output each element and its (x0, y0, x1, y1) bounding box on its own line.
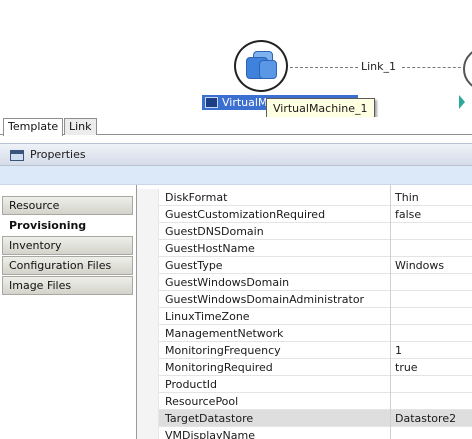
properties-side-tabs: Resource Provisioning Inventory Configur… (0, 185, 137, 439)
properties-title: Properties (30, 148, 86, 161)
side-tab-inventory[interactable]: Inventory (2, 236, 133, 255)
row-gutter (137, 274, 159, 291)
table-row[interactable]: ProductId (137, 376, 472, 393)
table-row-selected[interactable]: TargetDatastore Datastore2 (137, 410, 472, 427)
row-gutter (137, 342, 159, 359)
editor-tab-bar: Template Link (0, 117, 472, 136)
row-gutter (137, 291, 159, 308)
virtual-machine-icon-layer (259, 60, 277, 79)
properties-view-icon (10, 150, 24, 161)
property-value[interactable]: Datastore2 (395, 411, 456, 426)
table-row[interactable]: LinuxTimeZone (137, 308, 472, 325)
row-gutter (137, 427, 159, 439)
row-gutter (137, 325, 159, 342)
table-row[interactable]: GuestDNSDomain (137, 223, 472, 240)
table-row[interactable]: DiskFormat Thin (137, 189, 472, 206)
table-row[interactable]: GuestCustomizationRequired false (137, 206, 472, 223)
property-name: GuestCustomizationRequired (165, 208, 326, 221)
table-row[interactable]: ResourcePool (137, 393, 472, 410)
table-row[interactable]: GuestHostName (137, 240, 472, 257)
property-name: GuestHostName (165, 242, 255, 255)
row-gutter (137, 376, 159, 393)
property-name: GuestWindowsDomain (165, 276, 290, 289)
virtual-machine-label-text: VirtualM (222, 96, 268, 109)
tab-link[interactable]: Link (64, 118, 97, 135)
row-gutter (137, 223, 159, 240)
row-gutter (137, 206, 159, 223)
row-gutter (137, 189, 159, 206)
row-gutter (137, 308, 159, 325)
properties-view-header[interactable]: Properties (0, 143, 472, 166)
table-row[interactable]: GuestWindowsDomainAdministrator (137, 291, 472, 308)
link-connector[interactable] (290, 67, 358, 68)
property-name: TargetDatastore (165, 412, 254, 425)
table-row[interactable]: GuestWindowsDomain (137, 274, 472, 291)
property-name: LinuxTimeZone (165, 310, 250, 323)
property-name: ManagementNetwork (165, 327, 284, 340)
table-row[interactable]: GuestType Windows (137, 257, 472, 274)
row-gutter (137, 410, 159, 427)
tab-template[interactable]: Template (3, 118, 64, 136)
property-name: DiskFormat (165, 191, 228, 204)
table-row[interactable]: MonitoringRequired true (137, 359, 472, 376)
property-name: ProductId (165, 378, 217, 391)
virtual-machine-node[interactable] (234, 40, 288, 92)
property-name: GuestWindowsDomainAdministrator (165, 293, 365, 306)
property-value[interactable]: true (395, 360, 418, 375)
link-connector[interactable] (402, 67, 466, 68)
table-row[interactable]: VMDisplayName (137, 427, 472, 439)
topology-canvas[interactable]: Link_1 VirtualM VirtualMachine_1 (0, 0, 472, 117)
virtual-machine-small-icon (205, 97, 218, 108)
row-gutter (137, 240, 159, 257)
row-gutter (137, 393, 159, 410)
table-row[interactable]: ManagementNetwork (137, 325, 472, 342)
side-tab-image-files[interactable]: Image Files (2, 276, 133, 295)
property-table: DiskFormat Thin GuestCustomizationRequire… (137, 185, 472, 439)
link-label[interactable]: Link_1 (361, 60, 396, 73)
property-value[interactable]: 1 (395, 343, 402, 358)
property-name: ResourcePool (165, 395, 239, 408)
property-name: GuestDNSDomain (165, 225, 264, 238)
side-tab-resource[interactable]: Resource (2, 196, 133, 215)
node-tooltip: VirtualMachine_1 (266, 98, 375, 117)
peer-node[interactable] (463, 47, 472, 91)
properties-title-band (0, 166, 472, 185)
row-gutter (137, 257, 159, 274)
side-tab-provisioning[interactable]: Provisioning (2, 216, 133, 235)
property-name: GuestType (165, 259, 223, 272)
table-row[interactable]: MonitoringFrequency 1 (137, 342, 472, 359)
scroll-right-arrow-icon[interactable] (459, 95, 465, 109)
property-name: VMDisplayName (165, 429, 256, 439)
property-name: MonitoringRequired (165, 361, 273, 374)
row-gutter (137, 359, 159, 376)
property-value[interactable]: false (395, 207, 421, 222)
column-divider[interactable] (390, 185, 391, 439)
side-tab-configuration-files[interactable]: Configuration Files (2, 256, 133, 275)
property-name: MonitoringFrequency (165, 344, 281, 357)
property-value[interactable]: Thin (395, 190, 419, 205)
property-value[interactable]: Windows (395, 258, 444, 273)
